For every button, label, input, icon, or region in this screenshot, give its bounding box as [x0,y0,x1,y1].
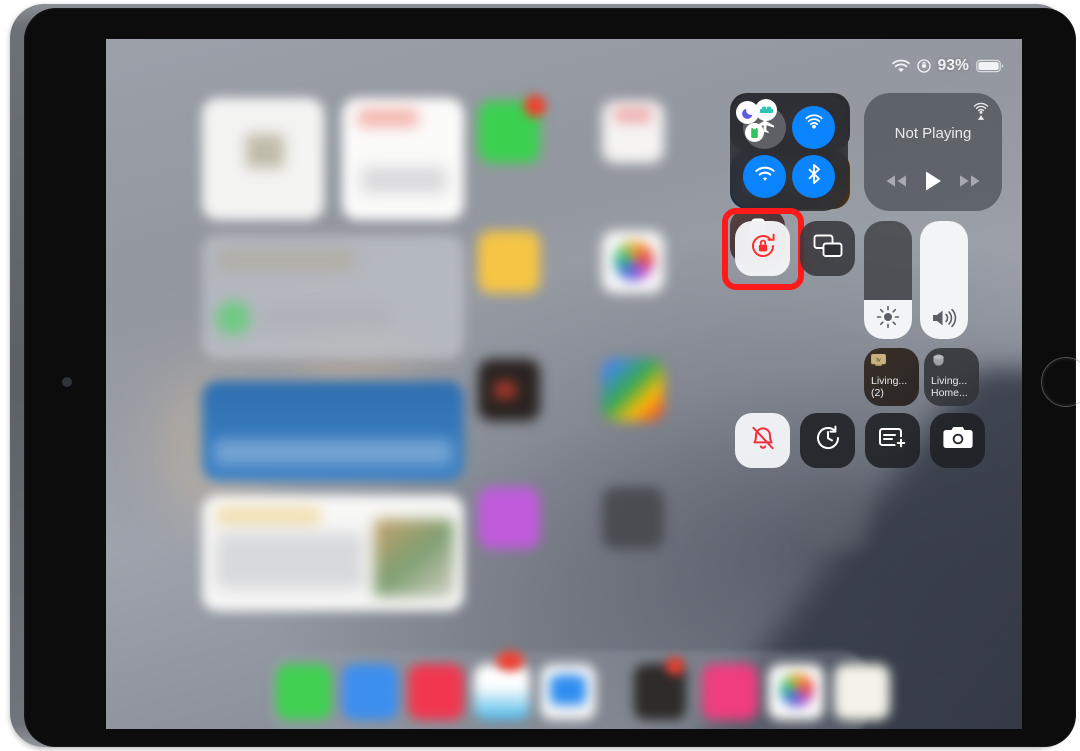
clock-widget-hands [246,134,284,168]
battery-icon [976,59,1004,73]
podcasts-app-icon [478,487,540,549]
timer-button[interactable] [800,413,855,468]
settings-app-icon [602,487,664,549]
weather-widget-icons [214,439,452,465]
dock-messages-icon [276,664,332,720]
home-button[interactable] [1041,357,1080,407]
dock-mail-badge [496,651,524,671]
calendar-widget-header [358,109,418,127]
device-side-sensor [62,377,72,387]
media-player-module: Not Playing [864,93,1002,211]
rewind-icon[interactable] [883,172,909,195]
airdrop-button[interactable] [792,106,835,149]
news-widget-headline [216,507,320,525]
reminders-widget-row1 [218,249,354,271]
wifi-icon [891,59,910,73]
bell-slash-icon [748,423,778,458]
dock-photos-icon-flower [780,673,814,707]
wifi-icon [753,163,777,190]
battery-percentage: 93% [937,57,969,74]
accessory-label-line1: Living... [871,375,908,387]
dock-music-icon [408,664,464,720]
messages-app-badge [524,95,546,117]
reminders-widget-check [216,301,250,335]
reminders-widget-row2 [262,307,392,327]
silent-mode-button[interactable] [735,413,790,468]
accessory-tile-apple-tv[interactable]: tv Living... (2) [864,348,919,406]
control-center: Not Playing tv Living... (2) Living... H… [722,93,1002,573]
weather-widget [202,381,464,481]
dock-maps-icon-accent [550,675,586,705]
rotation-lock-indicator-icon [917,59,931,73]
ipad-bezel: 93% Not Playing tv Living... (2) Living.… [24,8,1080,747]
news-app-icon-accent [614,107,652,123]
book-icon [745,123,764,142]
ipad-device-frame: 93% Not Playing tv Living... (2) Living.… [10,4,1080,747]
dock-safari-icon [342,664,398,720]
tv-app-icon-accent [494,381,516,399]
accessory-label-line1: Living... [931,375,968,387]
focus-mode-icons [736,99,782,145]
calendar-widget-lines [361,167,447,193]
wifi-button[interactable] [743,155,786,198]
timer-icon [813,423,843,458]
volume-slider[interactable] [920,221,968,339]
accessory-label-line2: (2) [871,387,884,400]
bluetooth-icon [803,162,825,191]
fast-forward-icon[interactable] [957,172,983,195]
photos-app-icon-flower [614,241,654,281]
status-bar: 93% [891,55,1004,77]
quick-note-icon [877,424,909,457]
dock-notes-icon [834,664,890,720]
homepod-icon [931,354,973,372]
screen-mirroring-icon [812,233,844,264]
brightness-icon [864,304,912,330]
screen-mirroring-button[interactable] [800,221,855,276]
dock-photos-pink-icon [702,664,758,720]
bluetooth-button[interactable] [792,155,835,198]
bed-icon [755,99,777,121]
apple-tv-icon: tv [871,354,913,372]
dock-mail-icon [474,664,530,720]
dock-files-badge [666,657,684,675]
news-widget-thumb [374,519,454,597]
accessory-tile-homepod[interactable]: Living... Home... [924,348,979,406]
quick-note-button[interactable] [865,413,920,468]
airplay-icon[interactable] [970,101,992,128]
ipad-screen: 93% Not Playing tv Living... (2) Living.… [106,39,1022,729]
volume-icon [920,306,968,330]
rotation-lock-highlight-box [722,208,804,290]
play-icon[interactable] [922,169,944,198]
airdrop-icon [802,113,826,142]
media-controls [864,169,1002,198]
camera-button[interactable] [930,413,985,468]
svg-text:tv: tv [876,357,881,363]
news-widget-text [216,533,364,589]
notes-app-icon [478,231,540,293]
media-title: Not Playing [894,125,972,142]
google-app-icon [602,359,664,421]
brightness-slider[interactable] [864,221,912,339]
accessory-label-line2: Home... [931,387,968,400]
camera-icon [942,425,974,456]
